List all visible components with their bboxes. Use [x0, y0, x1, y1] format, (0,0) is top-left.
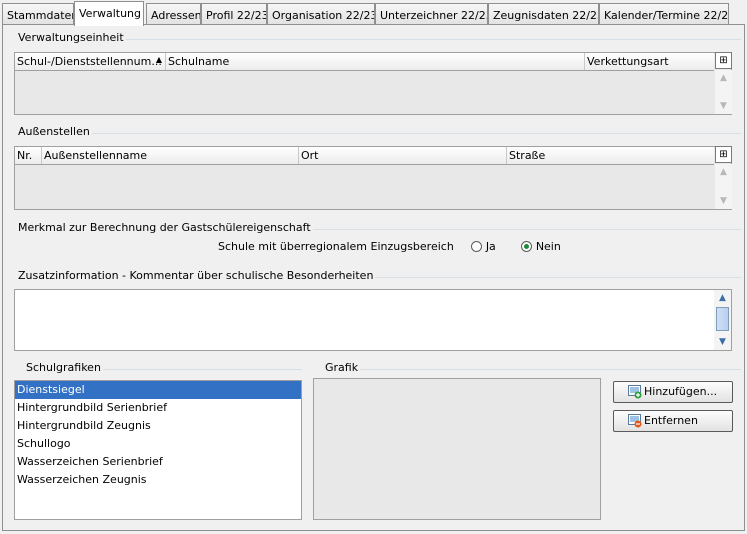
add-grafik-button[interactable]: Hinzufügen... — [613, 381, 733, 403]
zusatz-comment-field[interactable]: ▲ ▼ — [14, 289, 732, 351]
list-item[interactable]: Wasserzeichen Zeugnis — [15, 471, 301, 489]
group-divider — [360, 369, 741, 370]
einzugsbereich-row: Schule mit überregionalem Einzugsbereich… — [218, 240, 561, 253]
tab-profil[interactable]: Profil 22/23 — [201, 3, 267, 24]
radio-unchecked-icon — [470, 241, 482, 252]
tab-label: Profil 22/23 — [206, 9, 267, 22]
group-divider — [294, 229, 741, 230]
radio-checked-icon — [520, 241, 532, 252]
list-item[interactable]: Wasserzeichen Serienbrief — [15, 453, 301, 471]
column-header-aussenstellenname[interactable]: Außenstellenname — [42, 147, 299, 164]
group-divider — [124, 39, 741, 40]
tab-zeugnisdaten[interactable]: Zeugnisdaten 22/23 — [488, 3, 599, 24]
tab-verwaltung[interactable]: Verwaltung — [74, 1, 144, 26]
tab-stammdaten[interactable]: Stammdaten — [2, 3, 74, 24]
scroll-down-icon[interactable]: ▼ — [715, 98, 732, 114]
group-divider — [102, 369, 302, 370]
radio-nein[interactable]: Nein — [520, 240, 561, 253]
tab-label: Zeugnisdaten 22/23 — [493, 9, 599, 22]
radio-nein-label: Nein — [535, 240, 561, 253]
scroll-up-icon[interactable]: ▲ — [715, 70, 732, 86]
aussenstellen-title: Außenstellen — [16, 125, 92, 138]
tab-label: Stammdaten — [7, 9, 74, 22]
tab-label: Kalender/Termine 22/23 — [604, 9, 729, 22]
scroll-up-icon[interactable]: ▲ — [714, 290, 731, 306]
list-item[interactable]: Hintergrundbild Serienbrief — [15, 399, 301, 417]
radio-ja[interactable]: Ja — [470, 240, 496, 253]
verwaltungseinheit-title: Verwaltungseinheit — [16, 31, 126, 44]
verwaltungseinheit-grid[interactable]: Schul-/Dienststellennum... ▲ Schulname V… — [14, 52, 732, 115]
tab-unterzeichner[interactable]: Unterzeichner 22/23 — [375, 3, 488, 24]
group-divider — [92, 133, 741, 134]
tab-label: Unterzeichner 22/23 — [380, 9, 488, 22]
scroll-down-icon[interactable]: ▼ — [715, 193, 732, 209]
group-divider — [354, 277, 741, 278]
column-header-verkettungsart[interactable]: Verkettungsart — [585, 53, 714, 70]
grid-scrollbar[interactable]: ▲ ▼ — [715, 164, 732, 209]
radio-ja-label: Ja — [485, 240, 496, 253]
scroll-down-icon[interactable]: ▼ — [714, 334, 731, 350]
schulgrafiken-list[interactable]: Dienstsiegel Hintergrundbild Serienbrief… — [14, 380, 302, 520]
column-label: Schul-/Dienststellennum... — [17, 55, 162, 68]
column-header-schulnummer[interactable]: Schul-/Dienststellennum... ▲ — [15, 53, 166, 70]
column-label: Straße — [509, 149, 546, 162]
column-header-nr[interactable]: Nr. — [15, 147, 42, 164]
remove-grafik-button[interactable]: Entfernen — [613, 410, 733, 432]
column-label: Ort — [301, 149, 319, 162]
merkmal-title: Merkmal zur Berechnung der Gastschülerei… — [16, 221, 313, 234]
tab-label: Organisation 22/23 — [272, 9, 375, 22]
tab-strip: Stammdaten Verwaltung Adressen Profil 22… — [0, 0, 747, 26]
grid-header: Schul-/Dienststellennum... ▲ Schulname V… — [15, 53, 714, 71]
scroll-thumb[interactable] — [716, 307, 729, 331]
scroll-up-icon[interactable]: ▲ — [715, 164, 732, 180]
remove-image-icon — [628, 414, 642, 428]
schulgrafiken-title: Schulgrafiken — [24, 361, 103, 374]
sort-up-arrow-icon: ▲ — [155, 55, 162, 64]
grafik-preview — [313, 378, 601, 520]
column-chooser-icon[interactable]: ⊞ — [715, 52, 732, 69]
column-label: Verkettungsart — [587, 55, 669, 68]
column-chooser-icon[interactable]: ⊞ — [715, 146, 732, 163]
einzugsbereich-label: Schule mit überregionalem Einzugsbereich — [218, 240, 454, 253]
column-header-strasse[interactable]: Straße — [507, 147, 714, 164]
add-button-label: Hinzufügen... — [644, 385, 718, 398]
aussenstellen-grid[interactable]: Nr. Außenstellenname Ort Straße ⊞ ▲ ▼ — [14, 146, 732, 210]
column-label: Außenstellenname — [44, 149, 148, 162]
column-header-ort[interactable]: Ort — [299, 147, 507, 164]
column-label: Schulname — [168, 55, 230, 68]
comment-scrollbar[interactable]: ▲ ▼ — [714, 290, 731, 350]
zusatz-title: Zusatzinformation - Kommentar über schul… — [16, 269, 376, 282]
grid-scrollbar[interactable]: ▲ ▼ — [715, 70, 732, 114]
list-item[interactable]: Schullogo — [15, 435, 301, 453]
add-image-icon — [628, 385, 642, 399]
tab-label: Verwaltung — [79, 7, 141, 20]
tab-label: Adressen — [151, 9, 201, 22]
tab-adressen[interactable]: Adressen — [146, 3, 201, 24]
grid-header: Nr. Außenstellenname Ort Straße — [15, 147, 714, 165]
column-header-schulname[interactable]: Schulname — [166, 53, 585, 70]
tab-organisation[interactable]: Organisation 22/23 — [267, 3, 375, 24]
list-item[interactable]: Hintergrundbild Zeugnis — [15, 417, 301, 435]
grafik-title: Grafik — [323, 361, 361, 374]
list-item[interactable]: Dienstsiegel — [15, 381, 301, 399]
column-label: Nr. — [17, 149, 33, 162]
tab-kalender-termine[interactable]: Kalender/Termine 22/23 — [599, 3, 729, 24]
remove-button-label: Entfernen — [644, 414, 698, 427]
